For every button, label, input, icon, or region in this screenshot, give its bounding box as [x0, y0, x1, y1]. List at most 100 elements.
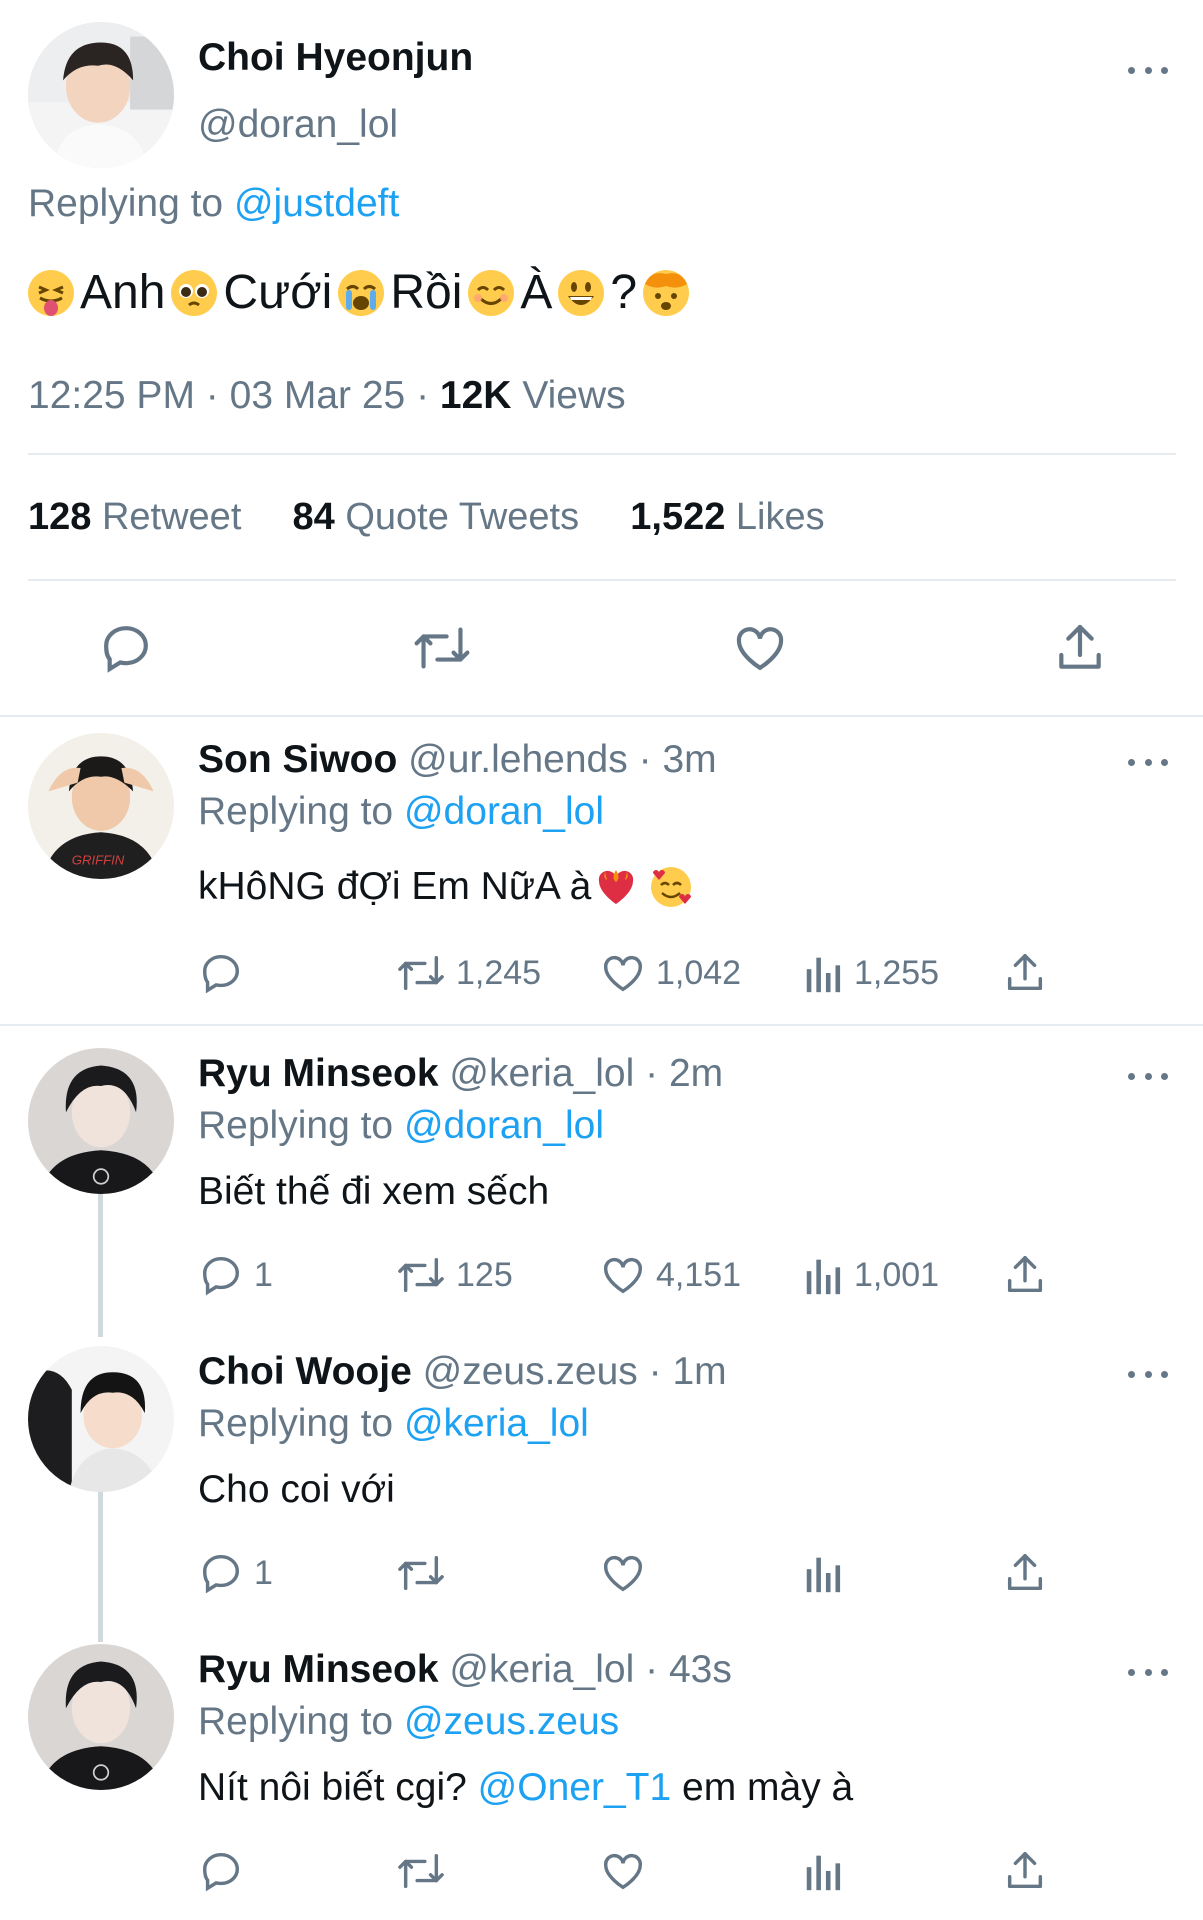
- author-handle[interactable]: @doran_lol: [198, 103, 398, 147]
- like-button[interactable]: [600, 1550, 656, 1596]
- share-button[interactable]: [1002, 1550, 1048, 1596]
- reply-author-name[interactable]: Choi Wooje: [198, 1350, 412, 1393]
- quote-count: 84: [292, 496, 335, 538]
- retweet-button[interactable]: 125: [396, 1252, 513, 1298]
- more-options-icon[interactable]: [1128, 1364, 1168, 1384]
- reply-icon: [202, 1554, 240, 1594]
- mention-link[interactable]: @Oner_T1: [478, 1766, 672, 1809]
- reply-header: Ryu Minseok @keria_lol · 43s: [198, 1648, 732, 1692]
- replying-to-handle[interactable]: @zeus.zeus: [404, 1700, 619, 1743]
- reply-icon: [202, 1852, 240, 1892]
- avatar[interactable]: [28, 1346, 174, 1492]
- likes-count: 1,522: [630, 496, 726, 538]
- reply-icon: [202, 1256, 240, 1296]
- reply-text: Nít nôi biết cgi? @Oner_T1 em mày à: [198, 1766, 853, 1810]
- replying-to-line: Replying to @doran_lol: [198, 790, 604, 834]
- exploding-head-emoji: [643, 269, 690, 316]
- retweet-icon: [398, 955, 444, 991]
- replying-to-line: Replying to @doran_lol: [198, 1104, 604, 1148]
- reply-button[interactable]: [198, 1848, 254, 1894]
- retweet-button[interactable]: [396, 1550, 456, 1596]
- tweet-time[interactable]: 12:25 PM: [28, 374, 195, 417]
- reply-author-name[interactable]: Son Siwoo: [198, 738, 397, 781]
- reply-time[interactable]: 1m: [672, 1350, 726, 1393]
- like-button[interactable]: 1,042: [600, 950, 741, 996]
- views-count: 1,255: [854, 953, 940, 992]
- quote-label: Quote Tweets: [345, 496, 580, 538]
- views-chart-icon: [806, 1259, 841, 1295]
- reply-time[interactable]: 2m: [669, 1052, 723, 1095]
- tweet-word: À: [520, 266, 553, 319]
- meta-separator: ·: [648, 1350, 662, 1393]
- reply-author-handle[interactable]: @zeus.zeus: [423, 1350, 638, 1393]
- replying-to-handle[interactable]: @doran_lol: [404, 1104, 604, 1147]
- more-options-icon[interactable]: [1128, 752, 1168, 772]
- tweet-word: ?: [610, 266, 638, 319]
- like-button[interactable]: [600, 1848, 656, 1894]
- retweet-button[interactable]: 1,245: [396, 950, 541, 996]
- reply-button[interactable]: [98, 620, 154, 681]
- reply-author-name[interactable]: Ryu Minseok: [198, 1648, 439, 1691]
- reply-button[interactable]: 1: [198, 1252, 273, 1298]
- like-count: 4,151: [656, 1255, 742, 1294]
- more-options-icon[interactable]: [1128, 1662, 1168, 1682]
- replying-to-line: Replying to @keria_lol: [198, 1402, 589, 1446]
- replying-to-handle[interactable]: @justdeft: [234, 182, 399, 225]
- like-button[interactable]: 4,151: [600, 1252, 741, 1298]
- reply-time[interactable]: 43s: [669, 1648, 732, 1691]
- replying-to-handle[interactable]: @doran_lol: [404, 790, 604, 833]
- retweet-icon: [414, 627, 470, 669]
- share-button[interactable]: [1002, 1252, 1048, 1298]
- pleading-face-emoji: [171, 269, 218, 316]
- avatar-photo-icon: [28, 1048, 174, 1194]
- avatar-photo-icon: [28, 22, 174, 168]
- reply-author-handle[interactable]: @keria_lol: [449, 1648, 634, 1691]
- likes-label: Likes: [735, 496, 825, 538]
- tweet-word: Rồi: [390, 266, 463, 319]
- reply-time[interactable]: 3m: [662, 738, 716, 781]
- avatar[interactable]: GRIFFIN: [28, 733, 174, 879]
- heart-on-fire-emoji: [599, 870, 634, 904]
- reply-author-handle[interactable]: @keria_lol: [449, 1052, 634, 1095]
- author-name[interactable]: Choi Hyeonjun: [198, 36, 473, 80]
- share-icon: [1059, 624, 1101, 669]
- tweet-date[interactable]: 03 Mar 25: [230, 374, 406, 417]
- avatar-photo-icon: [28, 1644, 174, 1790]
- avatar[interactable]: [28, 22, 174, 168]
- meta-separator: ·: [645, 1648, 659, 1691]
- more-options-icon[interactable]: [1128, 1066, 1168, 1086]
- share-button[interactable]: [1002, 950, 1048, 996]
- views-button[interactable]: [804, 1848, 854, 1894]
- views-button[interactable]: 1,001: [804, 1252, 939, 1298]
- replying-to-handle[interactable]: @keria_lol: [404, 1402, 589, 1445]
- heart-icon: [604, 1853, 642, 1890]
- reply-text: Cho coi với: [198, 1468, 395, 1511]
- views-label: Views: [522, 374, 626, 417]
- reply-text-before: Nít nôi biết cgi?: [198, 1766, 467, 1809]
- reply-text: kHôNG đỢi Em NữA à: [198, 865, 693, 909]
- retweet-icon: [398, 1555, 444, 1591]
- avatar[interactable]: [28, 1048, 174, 1194]
- crying-face-emoji: [338, 269, 385, 316]
- avatar[interactable]: [28, 1644, 174, 1790]
- reply-author-handle[interactable]: @ur.lehends: [408, 738, 628, 781]
- retweet-button[interactable]: [396, 1848, 456, 1894]
- meta-separator: ·: [416, 374, 430, 417]
- section-divider: [0, 1024, 1203, 1026]
- reply-icon: [104, 626, 148, 673]
- retweets-stat[interactable]: 128 Retweet: [28, 496, 241, 538]
- likes-stat[interactable]: 1,522 Likes: [630, 496, 824, 538]
- smiling-face-emoji: [468, 269, 515, 316]
- quote-tweets-stat[interactable]: 84 Quote Tweets: [293, 496, 580, 538]
- views-button[interactable]: 1,255: [804, 950, 939, 996]
- share-button[interactable]: [1002, 1848, 1048, 1894]
- views-button[interactable]: [804, 1550, 854, 1596]
- retweet-button[interactable]: [412, 620, 472, 681]
- reply-button[interactable]: 1: [198, 1550, 273, 1596]
- like-button[interactable]: [732, 620, 788, 681]
- more-options-icon[interactable]: [1128, 60, 1168, 80]
- views-count: 12K: [439, 374, 512, 417]
- reply-author-name[interactable]: Ryu Minseok: [198, 1052, 439, 1095]
- share-button[interactable]: [1052, 620, 1108, 681]
- reply-button[interactable]: [198, 950, 254, 996]
